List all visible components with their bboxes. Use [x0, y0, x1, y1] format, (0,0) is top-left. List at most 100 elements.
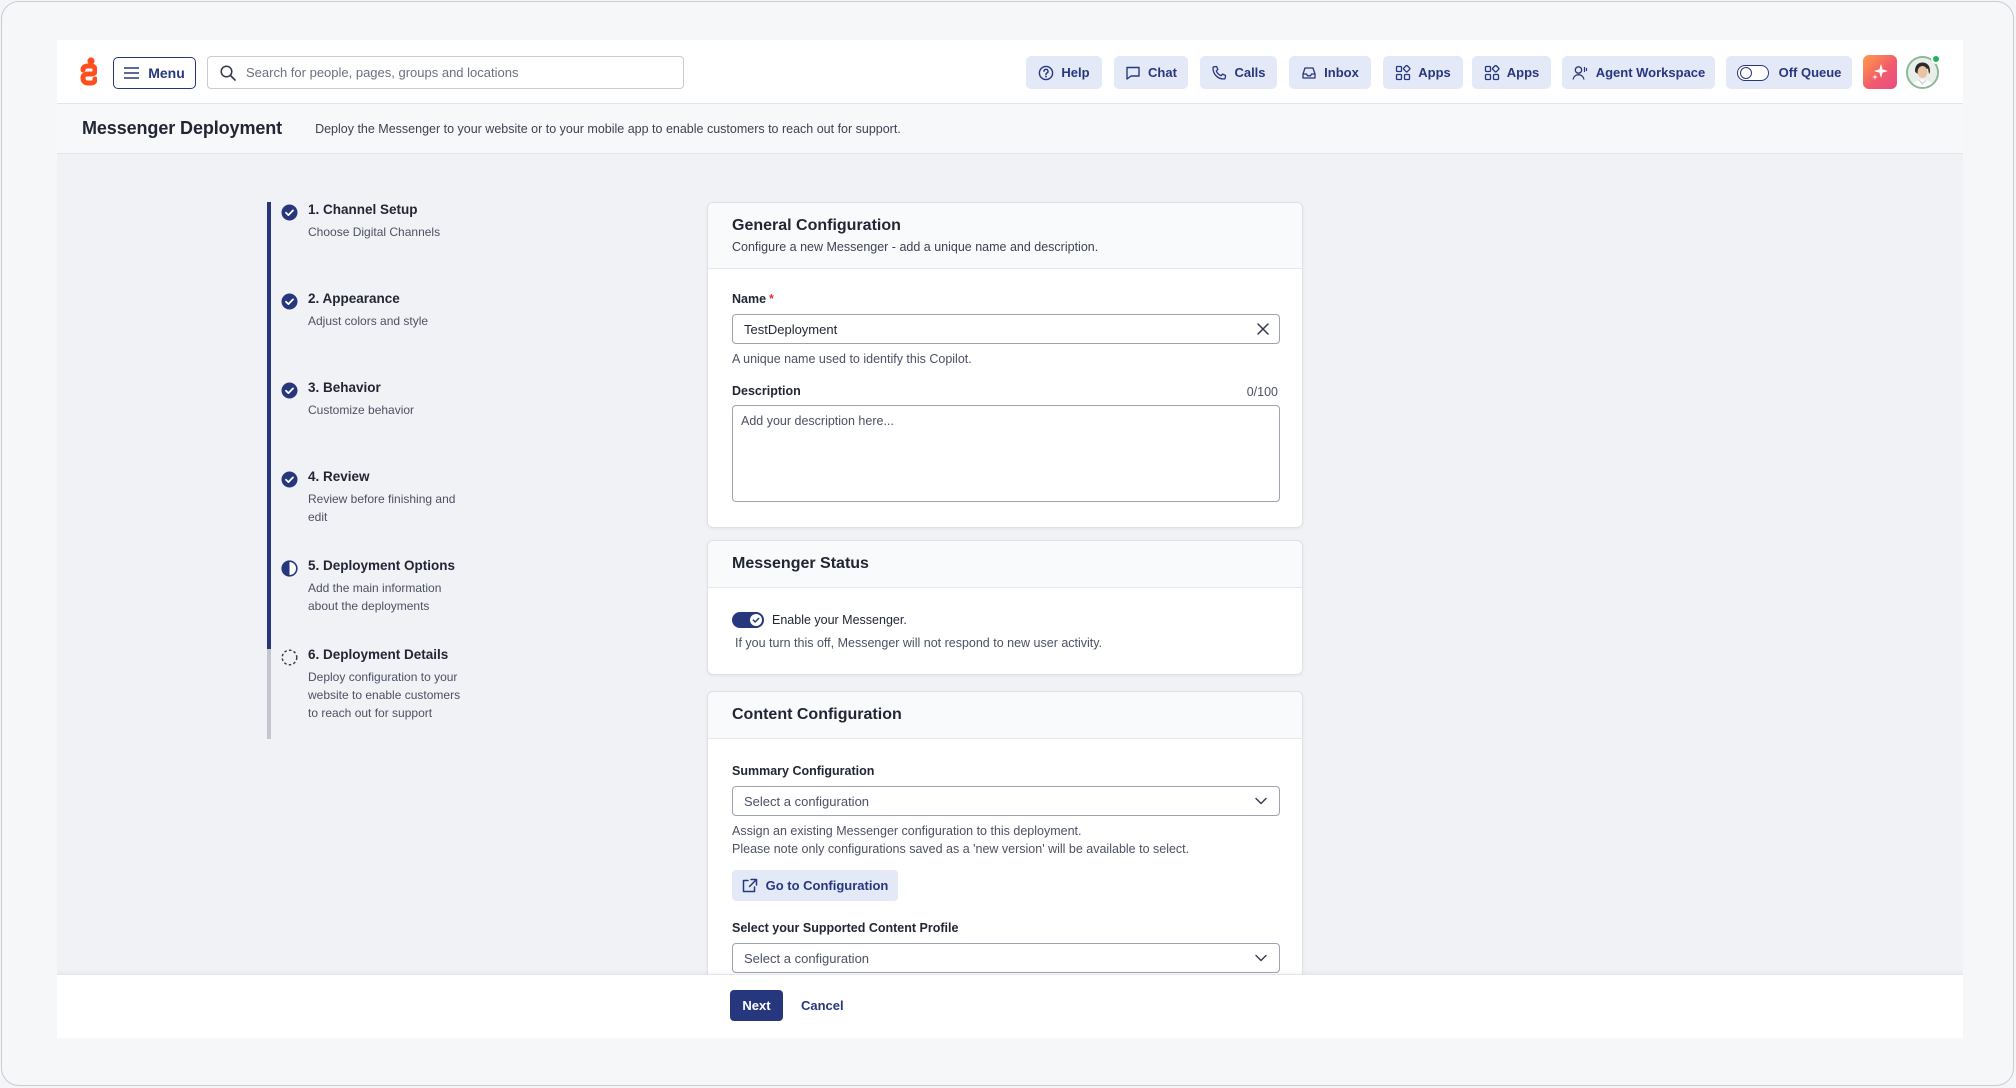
apps-grid-icon: [1484, 64, 1500, 80]
calls-button[interactable]: Calls: [1200, 56, 1277, 89]
card-title: Content Configuration: [732, 706, 902, 723]
name-label: Name *: [732, 292, 774, 306]
help-button[interactable]: Help: [1026, 56, 1102, 89]
summary-config-label: Summary Configuration: [732, 764, 875, 778]
card-header: General Configuration Configure a new Me…: [708, 203, 1302, 269]
status-hint: If you turn this off, Messenger will not…: [735, 636, 1103, 650]
apps-button-1[interactable]: Apps: [1383, 56, 1463, 89]
card-header: Content Configuration: [708, 692, 1302, 739]
queue-toggle-switch[interactable]: [1736, 64, 1769, 81]
dashed-circle-icon: [281, 649, 298, 666]
menu-button-label: Menu: [148, 65, 185, 81]
name-field[interactable]: [732, 314, 1280, 344]
card-title: Messenger Status: [732, 555, 869, 572]
brand-logo-icon[interactable]: [79, 57, 97, 87]
content-profile-value: Select a configuration: [744, 950, 870, 966]
external-link-icon: [742, 878, 757, 892]
sparkle-icon: [1872, 64, 1888, 80]
summary-config-value: Select a configuration: [744, 793, 870, 809]
step-description: Choose Digital Channels: [308, 225, 441, 239]
step-description: Add the main information about the deplo…: [308, 581, 442, 613]
step-title: 3. Behavior: [308, 380, 381, 395]
name-label-text: Name: [732, 292, 767, 306]
go-to-configuration-button[interactable]: Go to Configuration: [732, 870, 898, 901]
step-title: 4. Review: [308, 469, 370, 484]
hamburger-icon: [124, 67, 140, 79]
search-icon: [220, 64, 236, 81]
cancel-button[interactable]: Cancel: [801, 990, 844, 1021]
page-title: Messenger Deployment: [82, 118, 283, 138]
page-subtitle: Deploy the Messenger to your website or …: [315, 121, 901, 136]
agent-user-icon: [1572, 65, 1587, 80]
inbox-button[interactable]: Inbox: [1289, 56, 1371, 89]
step-title: 2. Appearance: [308, 291, 400, 306]
help-button-label: Help: [1061, 65, 1090, 80]
go-to-configuration-label: Go to Configuration: [765, 878, 889, 893]
top-bar: Menu Help Chat Calls Inbox Apps Apps: [57, 40, 1963, 104]
summary-config-select[interactable]: Select a configuration: [732, 786, 1280, 816]
app-shell: Menu Help Chat Calls Inbox Apps Apps: [57, 40, 1963, 1038]
chevron-down-icon: [1255, 797, 1267, 805]
search-input[interactable]: [246, 65, 666, 80]
off-queue-label: Off Queue: [1778, 65, 1842, 80]
card-subtitle: Configure a new Messenger - add a unique…: [732, 240, 1099, 254]
apps-button-2-label: Apps: [1506, 65, 1540, 80]
name-hint: A unique name used to identify this Copi…: [732, 352, 972, 366]
step-description: Adjust colors and style: [308, 314, 429, 328]
menu-button[interactable]: Menu: [113, 57, 196, 89]
window-frame: Menu Help Chat Calls Inbox Apps Apps: [1, 1, 2014, 1086]
step-description: Deploy configuration to your website to …: [308, 670, 461, 720]
calls-button-label: Calls: [1234, 65, 1266, 80]
description-textarea[interactable]: [733, 406, 1279, 501]
global-search[interactable]: [207, 56, 684, 89]
step-title: 5. Deployment Options: [308, 558, 456, 573]
toggle-switch-on[interactable]: [732, 612, 764, 628]
card-header: Messenger Status: [708, 541, 1302, 588]
inbox-button-label: Inbox: [1324, 65, 1359, 80]
wizard-footer: Next Cancel: [57, 974, 1963, 1038]
help-circle-icon: [1039, 65, 1054, 80]
summary-hint-1: Assign an existing Messenger configurati…: [732, 824, 1082, 838]
required-asterisk: *: [769, 292, 774, 306]
page-header: Messenger Deployment Deploy the Messenge…: [57, 104, 1963, 154]
agent-workspace-label: Agent Workspace: [1595, 65, 1706, 80]
step-description: Review before finishing and edit: [308, 492, 456, 524]
description-field[interactable]: [732, 405, 1280, 502]
step-description: Customize behavior: [308, 403, 415, 417]
step-title: 6. Deployment Details: [308, 647, 449, 662]
check-circle-icon: [281, 471, 298, 488]
presence-status-dot: [1931, 54, 1941, 64]
wizard-stepper: 1. Channel Setup Choose Digital Channels…: [267, 202, 497, 739]
general-configuration-card: General Configuration Configure a new Me…: [707, 202, 1303, 528]
half-circle-progress-icon: [281, 560, 298, 577]
ai-assistant-button[interactable]: [1863, 55, 1897, 89]
chat-button[interactable]: Chat: [1114, 56, 1188, 89]
summary-hint-2: Please note only configurations saved as…: [732, 842, 1190, 856]
check-circle-icon: [281, 204, 298, 221]
inbox-icon: [1302, 66, 1316, 79]
content-profile-label: Select your Supported Content Profile: [732, 921, 959, 935]
enable-messenger-label: Enable your Messenger.: [772, 613, 907, 627]
card-title: General Configuration: [732, 217, 901, 234]
check-circle-icon: [281, 293, 298, 310]
stepper-progress: [267, 202, 271, 649]
description-char-count: 0/100: [1246, 385, 1278, 399]
check-circle-icon: [281, 382, 298, 399]
chevron-down-icon: [1255, 954, 1267, 962]
content-profile-select[interactable]: Select a configuration: [732, 943, 1280, 973]
phone-icon: [1212, 65, 1227, 80]
off-queue-toggle[interactable]: Off Queue: [1726, 56, 1852, 89]
description-label: Description: [732, 384, 801, 398]
next-button[interactable]: Next: [730, 990, 783, 1021]
apps-grid-icon: [1396, 64, 1411, 80]
apps-button-2[interactable]: Apps: [1472, 56, 1551, 89]
messenger-status-card: Messenger Status Enable your Messenger. …: [707, 540, 1303, 675]
clear-x-icon[interactable]: [1257, 323, 1269, 335]
apps-button-1-label: Apps: [1418, 65, 1451, 80]
agent-workspace-button[interactable]: Agent Workspace: [1562, 56, 1715, 89]
content-configuration-card: Content Configuration Summary Configurat…: [707, 691, 1303, 1011]
name-input[interactable]: [744, 321, 1224, 337]
enable-messenger-row[interactable]: Enable your Messenger.: [732, 612, 907, 628]
chat-button-label: Chat: [1148, 65, 1177, 80]
chat-bubble-icon: [1126, 66, 1140, 80]
